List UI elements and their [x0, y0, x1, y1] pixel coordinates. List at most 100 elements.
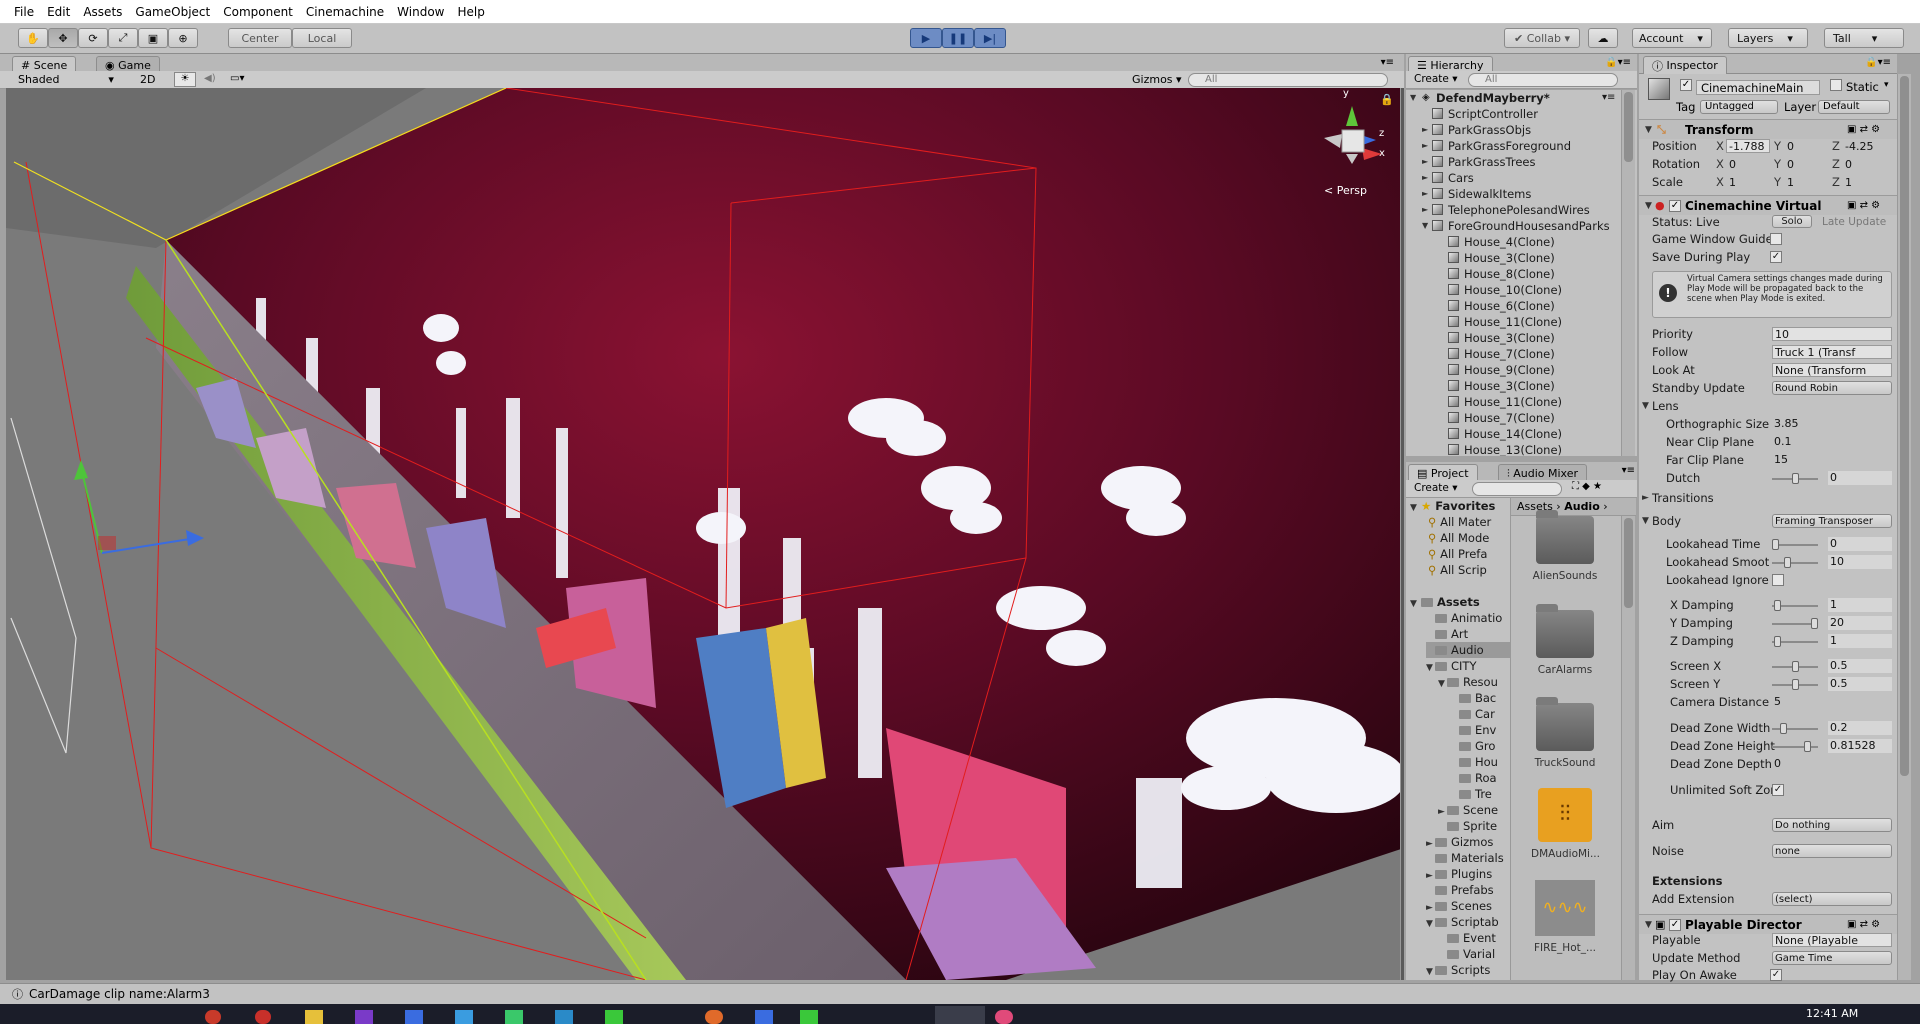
- expand-arrow-icon[interactable]: ►: [1422, 170, 1432, 186]
- assets-root-row[interactable]: ▼ Assets: [1410, 594, 1480, 610]
- inspector-scroll-thumb[interactable]: [1900, 76, 1909, 776]
- lookahead-time-slider-knob[interactable]: [1772, 539, 1779, 550]
- play-button[interactable]: ▶: [910, 28, 942, 48]
- tag-dropdown[interactable]: Untagged: [1700, 100, 1778, 114]
- screen-x-slider-knob[interactable]: [1791, 661, 1799, 672]
- expand-arrow-icon[interactable]: ►: [1422, 122, 1432, 138]
- hierarchy-search-input[interactable]: All: [1468, 73, 1618, 87]
- play-on-awake-checkbox[interactable]: ✓: [1770, 969, 1782, 981]
- expand-arrow-icon[interactable]: ▼: [1642, 513, 1649, 529]
- project-folder-item[interactable]: Varial: [1438, 946, 1495, 962]
- expand-arrow-icon[interactable]: ▼: [1438, 676, 1447, 692]
- favorites-item[interactable]: ⚲ All Prefa: [1428, 546, 1487, 562]
- lookahead-smoothing-slider-knob[interactable]: [1783, 557, 1791, 568]
- active-checkbox[interactable]: ✓: [1680, 79, 1692, 91]
- follow-field[interactable]: Truck 1 (Transf: [1772, 345, 1892, 359]
- standby-update-field[interactable]: Round Robin: [1772, 381, 1892, 395]
- expand-arrow-icon[interactable]: ▼: [1410, 90, 1420, 106]
- transform-z-field[interactable]: 0: [1842, 157, 1886, 171]
- gizmos-dropdown[interactable]: Gizmos ▾: [1132, 73, 1182, 86]
- priority-field[interactable]: 10: [1772, 327, 1892, 341]
- dutch-field[interactable]: 0: [1828, 471, 1892, 485]
- lookahead-time-slider[interactable]: [1772, 539, 1818, 550]
- project-create-dropdown[interactable]: Create ▾: [1414, 482, 1458, 494]
- expand-arrow-icon[interactable]: ►: [1642, 490, 1649, 506]
- lock-icon[interactable]: 🔒: [1380, 93, 1394, 106]
- component-settings-icons[interactable]: ▣ ⇄ ⚙: [1847, 120, 1880, 140]
- z-damping-slider-knob[interactable]: [1773, 636, 1781, 647]
- noise-field[interactable]: none: [1772, 844, 1892, 858]
- asset-audio-clip-fire[interactable]: ∿∿∿ FIRE_Hot_...: [1531, 880, 1599, 954]
- app-icon[interactable]: [305, 1010, 323, 1024]
- lookahead-smoothing-slider[interactable]: [1772, 557, 1818, 568]
- move-tool-icon[interactable]: ✥: [48, 28, 78, 48]
- asset-folder-trucksound[interactable]: TruckSound: [1531, 697, 1599, 769]
- playable-field[interactable]: None (Playable: [1772, 933, 1892, 947]
- game-window-guides-checkbox[interactable]: [1770, 233, 1782, 245]
- asset-folder-caralarms[interactable]: CarAlarms: [1531, 604, 1599, 676]
- hierarchy-item[interactable]: House_10(Clone): [1406, 282, 1616, 298]
- project-folder-item[interactable]: ▼ Scriptab: [1426, 914, 1499, 930]
- app-icon[interactable]: [455, 1010, 473, 1024]
- static-checkbox[interactable]: [1830, 79, 1842, 91]
- project-folder-item[interactable]: ► Scenes: [1426, 898, 1492, 914]
- transform-tool-icon[interactable]: ⊕: [168, 28, 198, 48]
- cinemachine-enabled-checkbox[interactable]: ✓: [1669, 200, 1681, 212]
- expand-arrow-icon[interactable]: ▼: [1645, 120, 1652, 140]
- transform-x-field[interactable]: -1.788: [1726, 139, 1770, 153]
- hierarchy-item[interactable]: ► Cars: [1406, 170, 1616, 186]
- project-folder-item[interactable]: Env: [1450, 722, 1496, 738]
- expand-arrow-icon[interactable]: ►: [1422, 138, 1432, 154]
- dead-zone-width-slider-knob[interactable]: [1779, 723, 1787, 734]
- y-damping-slider[interactable]: [1772, 618, 1818, 629]
- screen-x-field[interactable]: 0.5: [1828, 659, 1892, 673]
- hierarchy-item[interactable]: ► SidewalkItems: [1406, 186, 1616, 202]
- inspector-menu-icon[interactable]: 🔒▾≡: [1865, 57, 1891, 68]
- dead-zone-height-field[interactable]: 0.81528: [1828, 739, 1892, 753]
- cloud-icon[interactable]: ☁: [1588, 28, 1618, 48]
- static-dropdown-icon[interactable]: ▾: [1884, 80, 1889, 90]
- project-folder-item[interactable]: Tre: [1450, 786, 1492, 802]
- scene-viewport[interactable]: y z x 🔒 < Persp: [6, 88, 1404, 980]
- app-icon[interactable]: [205, 1010, 221, 1024]
- scale-tool-icon[interactable]: ⤢: [108, 28, 138, 48]
- x-damping-slider-knob[interactable]: [1773, 600, 1781, 611]
- app-icon[interactable]: [555, 1010, 573, 1024]
- near-clip-plane-field[interactable]: 0.1: [1772, 435, 1892, 449]
- aim-field[interactable]: Do nothing: [1772, 818, 1892, 832]
- project-folder-item[interactable]: Prefabs: [1426, 882, 1494, 898]
- hierarchy-scroll-thumb[interactable]: [1624, 92, 1633, 162]
- hierarchy-item[interactable]: ► ParkGrassObjs: [1406, 122, 1616, 138]
- pivot-local-button[interactable]: Local: [292, 28, 352, 48]
- screen-y-slider[interactable]: [1772, 679, 1818, 690]
- rect-tool-icon[interactable]: ▣: [138, 28, 168, 48]
- orthographic-size-field[interactable]: 3.85: [1772, 417, 1892, 431]
- layout-dropdown[interactable]: Tall ▾: [1824, 28, 1904, 48]
- project-folder-item[interactable]: Sprite: [1438, 818, 1497, 834]
- rotate-tool-icon[interactable]: ⟳: [78, 28, 108, 48]
- project-folder-item[interactable]: ▼ Resou: [1438, 674, 1498, 690]
- dead-zone-width-field[interactable]: 0.2: [1828, 721, 1892, 735]
- hierarchy-item[interactable]: House_3(Clone): [1406, 378, 1616, 394]
- scene-search-input[interactable]: All: [1188, 73, 1388, 87]
- expand-arrow-icon[interactable]: ▼: [1645, 915, 1652, 935]
- tab-inspector[interactable]: ⓘ Inspector: [1643, 56, 1727, 74]
- app-icon[interactable]: [755, 1010, 773, 1024]
- effects-dropdown-icon[interactable]: ▭▾: [230, 73, 244, 84]
- app-icon[interactable]: [355, 1010, 373, 1024]
- asset-audio-mixer[interactable]: ⫶⫶ DMAudioMi...: [1531, 788, 1600, 860]
- project-menu-icon[interactable]: ▾≡: [1622, 465, 1635, 476]
- transform-y-field[interactable]: 0: [1784, 157, 1828, 171]
- dutch-slider[interactable]: [1772, 473, 1818, 484]
- look-at-field[interactable]: None (Transform: [1772, 363, 1892, 377]
- lookahead-smoothing-field[interactable]: 10: [1828, 555, 1892, 569]
- favorites-row[interactable]: ▼ ★ Favorites: [1410, 498, 1495, 514]
- step-button[interactable]: ▶|: [974, 28, 1006, 48]
- screen-y-field[interactable]: 0.5: [1828, 677, 1892, 691]
- update-method-dropdown[interactable]: Game Time: [1772, 951, 1892, 965]
- dead-zone-depth-field[interactable]: 0: [1772, 757, 1892, 771]
- app-icon-unity[interactable]: [935, 1006, 985, 1024]
- hierarchy-item[interactable]: House_3(Clone): [1406, 250, 1616, 266]
- hierarchy-item[interactable]: ► ParkGrassForeground: [1406, 138, 1616, 154]
- save-during-play-checkbox[interactable]: ✓: [1770, 251, 1782, 263]
